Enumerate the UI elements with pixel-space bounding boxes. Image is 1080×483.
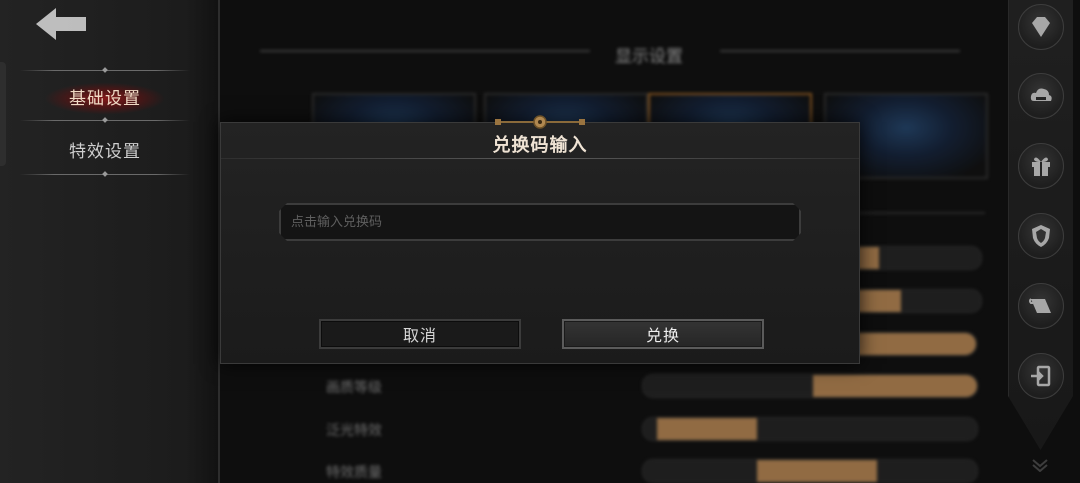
game-settings-screen: 基础设置 特效设置 显示设置 画质等级 泛光特效 特效质量 兑换码输入 点击输入…	[0, 0, 1080, 483]
cancel-button-label: 取消	[402, 326, 437, 345]
cancel-button[interactable]: 取消	[319, 319, 521, 349]
sidebar-item-label: 基础设置	[69, 88, 141, 109]
dialog-header-divider	[221, 158, 859, 159]
back-arrow-icon[interactable]	[30, 4, 92, 44]
title-ornament-icon	[493, 113, 587, 131]
redeem-code-input[interactable]	[279, 203, 801, 241]
redeem-code-dialog: 兑换码输入 取消 兑换	[220, 115, 860, 364]
sidebar-edge	[0, 62, 6, 166]
sidebar-divider	[20, 120, 190, 121]
sidebar-item-effects-settings[interactable]: 特效设置	[20, 124, 190, 174]
sidebar-divider	[20, 174, 190, 175]
settings-sidebar: 基础设置 特效设置	[0, 0, 220, 483]
redeem-button-label: 兑换	[645, 326, 680, 345]
redeem-button[interactable]: 兑换	[562, 319, 764, 349]
sidebar-item-label: 特效设置	[69, 141, 141, 162]
sidebar-item-basic-settings[interactable]: 基础设置	[20, 71, 190, 121]
dialog-title: 兑换码输入	[492, 135, 588, 156]
